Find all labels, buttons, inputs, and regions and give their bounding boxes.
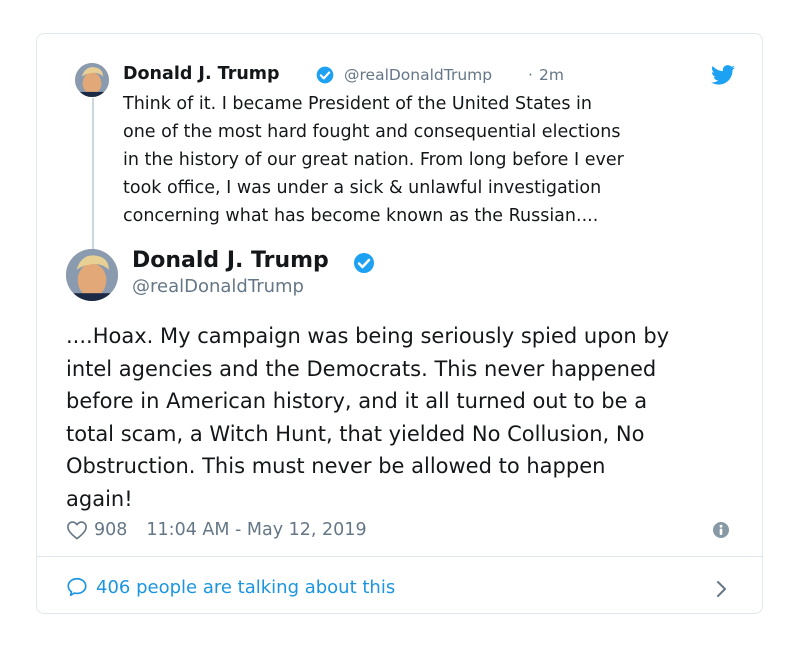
info-icon[interactable] (712, 521, 730, 539)
quoted-author-name[interactable]: Donald J. Trump (123, 64, 280, 84)
tweet-meta-row: 908 11:04 AM - May 12, 2019 (66, 518, 367, 542)
text-line: intel agencies and the Democrats. This n… (66, 356, 657, 381)
conversation-link[interactable]: 406 people are talking about this (66, 576, 395, 598)
thread-connector-line (92, 98, 94, 268)
text-line: before in American history, and it all t… (66, 389, 648, 413)
embedded-tweet-card: Donald J. Trump @realDonaldTrump · 2m Th… (36, 33, 763, 614)
quoted-tweet-time[interactable]: 2m (539, 66, 564, 84)
text-line: ....Hoax. My campaign was being seriousl… (66, 324, 670, 348)
meta-separator: · (528, 66, 533, 84)
twitter-bird-icon[interactable] (711, 65, 735, 85)
text-line: again! (66, 486, 133, 511)
text-line: in the history of our great nation. From… (123, 150, 624, 170)
quoted-tweet-text: Think of it. I became President of the U… (123, 90, 753, 230)
text-line: took office, I was under a sick & unlawf… (123, 178, 602, 198)
speech-bubble-icon (67, 577, 87, 597)
heart-icon[interactable] (66, 520, 88, 540)
text-line: one of the most hard fought and conseque… (123, 122, 621, 142)
talking-count-text[interactable]: 406 people are talking about this (96, 577, 395, 598)
verified-badge-icon (316, 66, 334, 84)
text-line: Think of it. I became President of the U… (123, 94, 592, 114)
quoted-author-handle[interactable]: @realDonaldTrump (344, 66, 492, 84)
tweet-timestamp[interactable]: 11:04 AM - May 12, 2019 (146, 520, 366, 540)
footer-divider (37, 556, 762, 557)
author-avatar[interactable] (66, 249, 118, 301)
text-line: concerning what has become known as the … (123, 206, 599, 226)
tweet-text: ....Hoax. My campaign was being seriousl… (66, 320, 746, 515)
verified-badge-icon (354, 253, 374, 273)
text-line: Obstruction. This must never be allowed … (66, 454, 606, 478)
text-line: total scam, a Witch Hunt, that yielded N… (66, 421, 645, 446)
author-handle[interactable]: @realDonaldTrump (132, 276, 304, 297)
author-name[interactable]: Donald J. Trump (132, 248, 329, 273)
quoted-author-avatar[interactable] (75, 63, 109, 97)
like-count[interactable]: 908 (94, 520, 127, 540)
chevron-right-icon[interactable] (715, 578, 729, 600)
